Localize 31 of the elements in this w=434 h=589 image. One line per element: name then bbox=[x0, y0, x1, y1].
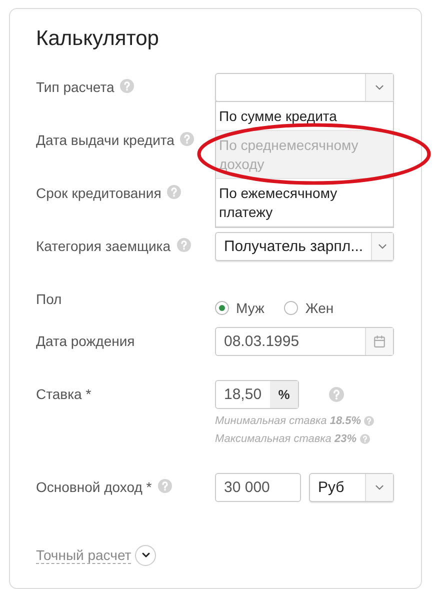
expand-button[interactable] bbox=[135, 544, 156, 566]
income-field[interactable]: 30 000 bbox=[215, 473, 301, 502]
help-icon[interactable] bbox=[360, 434, 370, 444]
date-field[interactable]: 08.03.1995 bbox=[215, 327, 394, 356]
rate-hint: Минимальная ставка 18.5% bbox=[215, 415, 362, 427]
help-icon[interactable] bbox=[180, 132, 194, 146]
help-icon[interactable] bbox=[364, 416, 374, 426]
dropdown-field[interactable] bbox=[215, 73, 394, 102]
field-label: Дата выдачи кредита bbox=[36, 132, 174, 148]
rate-hint: Максимальная ставка 23% bbox=[215, 433, 357, 445]
radio-option[interactable]: Муж bbox=[215, 289, 264, 327]
help-icon[interactable] bbox=[120, 79, 134, 93]
field-label: Срок кредитования bbox=[36, 185, 162, 201]
currency-dropdown[interactable]: Руб bbox=[309, 473, 394, 502]
dropdown-field[interactable]: Получатель зарпл... bbox=[215, 232, 394, 261]
radio-option[interactable]: Жен bbox=[284, 289, 334, 327]
field-label: Основной доход * bbox=[36, 479, 152, 495]
percent-unit: % bbox=[270, 381, 298, 408]
field-label: Категория заемщика bbox=[36, 238, 171, 254]
rate-field[interactable]: 18,50 % bbox=[215, 380, 299, 409]
field-label: Пол bbox=[36, 291, 62, 307]
help-icon[interactable] bbox=[329, 387, 344, 402]
card-title: Калькулятор bbox=[36, 27, 160, 52]
help-icon[interactable] bbox=[167, 185, 182, 199]
help-icon[interactable] bbox=[158, 479, 172, 493]
help-icon[interactable] bbox=[176, 238, 191, 252]
field-label: Дата рождения bbox=[36, 333, 135, 349]
exact-calc-link[interactable]: Точный расчет bbox=[36, 546, 132, 564]
field-label: Ставка * bbox=[36, 386, 92, 402]
field-label: Тип расчета bbox=[36, 79, 114, 95]
calendar-icon bbox=[373, 335, 386, 348]
